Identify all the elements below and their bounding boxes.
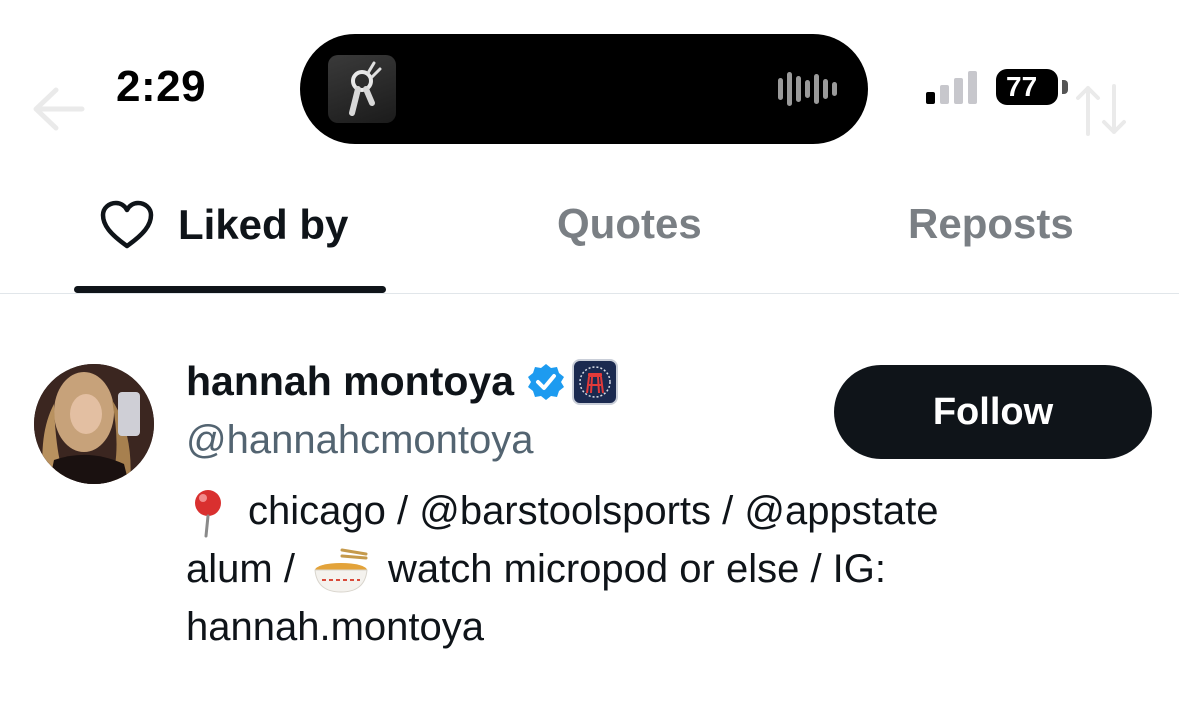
tab-quotes[interactable]: Quotes [557,200,702,248]
active-tab-indicator [74,286,386,293]
signal-icon [926,71,977,104]
bio-text-2a: alum / [186,547,307,591]
now-playing-thumbnail [328,55,396,123]
sort-icon[interactable] [1074,82,1128,138]
avatar[interactable] [34,364,154,484]
status-time: 2:29 [116,62,207,111]
battery-nub [1062,80,1068,94]
tab-label: Liked by [178,201,349,248]
bio-line-2: alum / watch micropod or else / IG: [186,540,1086,598]
barstool-affiliate-icon[interactable] [572,358,619,405]
bio-text-1: chicago / @barstoolsports / @appstate [248,489,939,533]
follow-button[interactable]: Follow [834,365,1152,459]
barstool-logo [579,365,611,398]
user-bio: chicago / @barstoolsports / @appstate al… [186,482,1086,656]
bio-line-3: hannah.montoya [186,605,485,649]
back-arrow-icon[interactable] [30,84,86,134]
bio-text-2b: watch micropod or else / IG: [388,547,887,591]
dynamic-island [300,34,868,144]
avatar-photo [34,364,154,484]
noodle-bowl-emoji-icon [314,548,368,593]
verified-badge-icon [528,363,565,400]
audio-waveform-icon [778,72,837,106]
ok-hand-icon [349,61,382,116]
tab-divider [0,293,1179,294]
battery-icon: 77 [996,69,1058,105]
heart-icon [100,200,154,249]
tab-liked-by[interactable]: Liked by [100,200,348,250]
bio-line-1: chicago / @barstoolsports / @appstate [186,482,1086,540]
user-name[interactable]: hannah montoya [186,358,514,405]
user-name-row: hannah montoya [186,358,619,405]
user-handle[interactable]: @hannahcmontoya [186,418,534,463]
pushpin-emoji-icon [195,490,221,538]
tab-reposts[interactable]: Reposts [908,200,1074,248]
